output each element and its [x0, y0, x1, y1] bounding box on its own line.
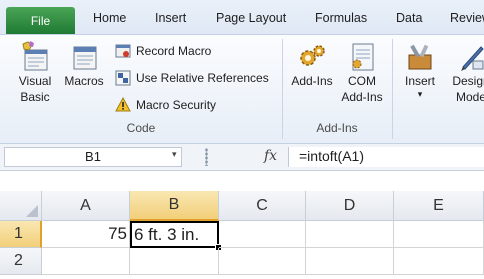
worksheet-grid: A B C D E 1 2 75 6 ft. 3 in. — [0, 191, 484, 279]
cell-e2[interactable] — [394, 248, 484, 275]
row-header-1[interactable]: 1 — [0, 221, 42, 248]
warning-icon — [115, 97, 131, 112]
use-relative-references-label: Use Relative References — [136, 71, 269, 85]
cell-a2[interactable] — [42, 248, 130, 275]
macros-button[interactable]: Macros — [60, 41, 108, 89]
visual-basic-icon — [22, 41, 48, 71]
com-add-ins-label-line2: Add-Ins — [341, 90, 383, 104]
gear-icon — [300, 45, 325, 66]
cell-e1[interactable] — [394, 221, 484, 248]
cell-d1[interactable] — [306, 221, 394, 248]
cell-c1[interactable] — [219, 221, 306, 248]
design-mode-button[interactable]: Design Mode — [448, 41, 484, 105]
group-separator — [392, 39, 393, 139]
tab-formulas[interactable]: Formulas — [315, 11, 367, 25]
relative-references-icon — [115, 70, 131, 86]
cell-b1-selected[interactable]: 6 ft. 3 in. — [130, 221, 219, 248]
toolbox-icon — [408, 44, 432, 70]
visual-basic-label-line2: Basic — [20, 90, 50, 104]
column-header-e[interactable]: E — [394, 191, 484, 221]
tab-home[interactable]: Home — [93, 11, 126, 25]
insert-control-button[interactable]: Insert ▾ — [398, 41, 442, 99]
macros-label: Macros — [64, 74, 104, 88]
cell-a1[interactable]: 75 — [42, 221, 130, 248]
column-header-b[interactable]: B — [130, 191, 219, 221]
code-group-label: Code — [126, 121, 156, 135]
add-ins-label: Add-Ins — [291, 74, 333, 88]
formula-bar: B1 ▾ fx =intoft(A1) — [0, 144, 484, 171]
visual-basic-button[interactable]: Visual Basic — [14, 41, 56, 105]
chevron-down-icon: ▾ — [417, 89, 423, 99]
design-mode-label-line2: Mode — [455, 90, 484, 104]
tab-insert[interactable]: Insert — [155, 11, 186, 25]
tab-data[interactable]: Data — [396, 11, 422, 25]
com-add-ins-icon — [352, 43, 374, 71]
name-box-dropdown-icon[interactable]: ▾ — [172, 149, 177, 160]
add-ins-group-label: Add-Ins — [316, 121, 358, 135]
com-add-ins-label-line1: COM — [348, 74, 376, 88]
record-macro-label: Record Macro — [136, 44, 212, 58]
formula-bar-spacer — [0, 171, 484, 191]
cell-c2[interactable] — [219, 248, 306, 275]
tab-file[interactable]: File — [6, 7, 75, 34]
ribbon-developer: Visual Basic Macros Record Macro Use Rel… — [0, 34, 484, 144]
column-header-d[interactable]: D — [306, 191, 394, 221]
macro-security-button[interactable]: Macro Security — [115, 94, 216, 116]
cell-b2[interactable] — [130, 248, 219, 275]
column-header-c[interactable]: C — [219, 191, 306, 221]
tab-review[interactable]: Review — [450, 11, 484, 25]
row-header-2[interactable]: 2 — [0, 248, 42, 275]
ribbon-tab-strip: File Home Insert Page Layout Formulas Da… — [0, 0, 484, 34]
cell-d2[interactable] — [306, 248, 394, 275]
insert-control-label: Insert — [404, 74, 435, 88]
record-macro-icon — [115, 44, 131, 58]
formula-bar-splitter[interactable] — [205, 148, 208, 166]
select-all-triangle-icon — [26, 205, 38, 217]
record-macro-button[interactable]: Record Macro — [115, 40, 211, 62]
com-add-ins-button[interactable]: COM Add-Ins — [338, 41, 386, 105]
design-mode-icon — [461, 46, 484, 71]
tab-page-layout[interactable]: Page Layout — [216, 11, 286, 25]
use-relative-references-button[interactable]: Use Relative References — [115, 67, 269, 89]
visual-basic-label-line1: Visual — [18, 74, 52, 88]
macro-security-label: Macro Security — [136, 98, 217, 112]
add-ins-button[interactable]: Add-Ins — [288, 41, 336, 89]
column-header-a[interactable]: A — [42, 191, 130, 221]
macros-icon — [73, 46, 97, 70]
formula-input[interactable]: =intoft(A1) — [288, 147, 484, 167]
select-all-corner[interactable] — [0, 191, 42, 221]
name-box[interactable]: B1 — [4, 147, 182, 167]
design-mode-label-line1: Design — [452, 74, 484, 88]
insert-function-icon[interactable]: fx — [264, 148, 277, 164]
